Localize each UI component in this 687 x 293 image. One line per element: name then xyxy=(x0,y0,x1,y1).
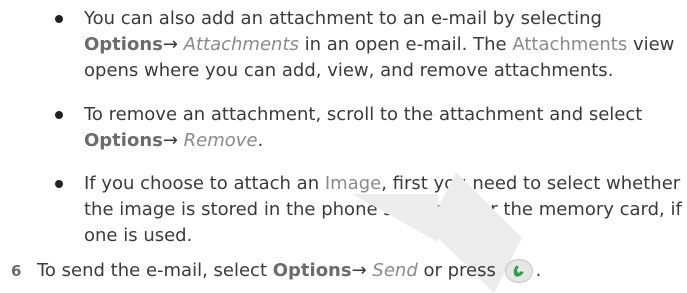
text-line: opens where you can add, view, and remov… xyxy=(84,58,676,84)
list-item-text: To remove an attachment, scroll to the a… xyxy=(84,102,676,154)
options-command: Options xyxy=(272,260,352,281)
menu-arrow: → xyxy=(162,34,184,55)
body-text: . xyxy=(535,260,542,281)
body-text: or press xyxy=(417,260,502,281)
call-key-icon xyxy=(504,259,535,283)
body-text: You can also add an attachment to an e-m… xyxy=(84,8,602,29)
body-text: one is used. xyxy=(84,225,193,246)
menu-item-attachments: Attachments xyxy=(183,34,299,55)
list-item-text: You can also add an attachment to an e-m… xyxy=(84,6,676,84)
menu-item-remove: Remove xyxy=(183,130,258,151)
body-text: . xyxy=(257,130,264,151)
body-text: in an open e-mail. The xyxy=(298,34,513,55)
view-name-attachments: Attachments xyxy=(512,34,628,55)
text-line: You can also add an attachment to an e-m… xyxy=(84,6,676,32)
options-command: Options xyxy=(84,34,163,55)
options-command: Options xyxy=(84,130,163,151)
text-line: To remove an attachment, scroll to the a… xyxy=(84,102,676,128)
bullet-icon xyxy=(52,6,66,32)
step-number: 6 xyxy=(11,262,22,280)
body-text: opens where you can add, view, and remov… xyxy=(84,60,614,81)
bullet-icon xyxy=(52,171,66,197)
menu-arrow: → xyxy=(162,130,184,151)
body-text: If you choose to attach an xyxy=(84,173,325,194)
step-send-email: 6 To send the e-mail, select Options→ Se… xyxy=(0,258,687,284)
menu-arrow: → xyxy=(351,260,373,281)
bullet-icon xyxy=(52,102,66,128)
body-text: To remove an attachment, scroll to the a… xyxy=(84,104,643,125)
step-text: To send the e-mail, select Options→ Send… xyxy=(37,258,541,284)
text-line: Options→ Remove. xyxy=(84,128,676,154)
text-line: Options→ Attachments in an open e-mail. … xyxy=(84,32,676,58)
body-text: view xyxy=(627,34,675,55)
body-text: To send the e-mail, select xyxy=(37,260,273,281)
document-page: You can also add an attachment to an e-m… xyxy=(0,0,687,293)
menu-item-send: Send xyxy=(372,260,418,281)
